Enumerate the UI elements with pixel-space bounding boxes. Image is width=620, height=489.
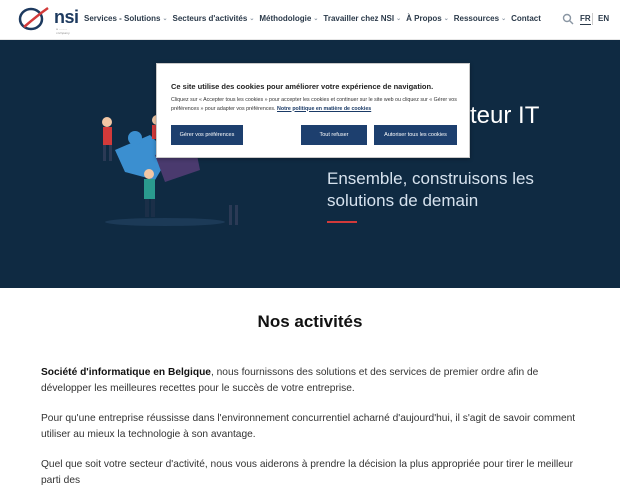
hero-title: teur IT [470, 102, 540, 129]
nav-item-contact[interactable]: Contact [511, 14, 541, 23]
manage-preferences-button[interactable]: Gérer vos préférences [171, 125, 243, 145]
chevron-down-icon: ⌄ [162, 16, 168, 22]
lang-fr-link[interactable]: FR [580, 14, 591, 25]
allow-all-cookies-button[interactable]: Autoriser tous les cookies [374, 125, 457, 145]
cookie-title: Ce site utilise des cookies pour amélior… [171, 82, 434, 91]
cookie-consent-dialog: Ce site utilise des cookies pour amélior… [156, 63, 470, 158]
nav-item-services[interactable]: Services - Solutions ⌄ [84, 14, 168, 23]
hero-subtitle: Ensemble, construisons les solutions de … [327, 169, 534, 210]
nav-item-methodologie[interactable]: Méthodologie ⌄ [259, 14, 318, 23]
section-title: Nos activités [257, 312, 363, 331]
nav-item-ressources[interactable]: Ressources ⌄ [454, 14, 506, 23]
nsi-logo[interactable]: nsi a ......... company [18, 5, 79, 35]
logo-mark-icon [18, 6, 49, 31]
nav-item-label: Travailler chez NSI [323, 14, 395, 23]
intro-bold: Société d'informatique en Belgique [41, 367, 211, 378]
hero-accent-line [327, 221, 357, 223]
nav-item-label: Ressources [453, 14, 500, 23]
logo-text: nsi [54, 7, 79, 27]
nav-item-label: À Propos [406, 14, 442, 23]
nav-item-label: Services - Solutions [84, 14, 161, 23]
lang-divider [592, 13, 593, 25]
competition-paragraph: Pour qu'une entreprise réussisse dans l'… [41, 413, 576, 440]
cookie-text: Cliquez sur « Accepter tous les cookies … [171, 96, 459, 113]
chevron-down-icon: ⌄ [249, 16, 255, 22]
nav-item-label: Secteurs d'activités [172, 14, 248, 23]
intro-paragraph: Société d'informatique en Belgique, nous… [41, 365, 581, 397]
cookie-policy-link[interactable]: Notre politique en matière de cookies [277, 106, 371, 112]
refuse-all-button[interactable]: Tout refuser [301, 125, 367, 145]
nav-item-secteurs[interactable]: Secteurs d'activités ⌄ [173, 14, 255, 23]
chevron-down-icon: ⌄ [443, 16, 449, 22]
chevron-down-icon: ⌄ [501, 16, 507, 22]
nav-item-label: Contact [511, 14, 541, 23]
logo-subtext: a ......... company [56, 27, 70, 35]
site-header: nsi a ......... company Services - Solut… [0, 0, 620, 40]
nav-item-label: Méthodologie [259, 14, 312, 23]
main-content: Nos activités Société d'informatique en … [0, 288, 620, 486]
lang-en-link[interactable]: EN [598, 14, 609, 23]
nav-item-travailler[interactable]: Travailler chez NSI ⌄ [323, 14, 401, 23]
chevron-down-icon: ⌄ [313, 16, 319, 22]
main-nav: Services - Solutions ⌄ Secteurs d'activit… [84, 14, 546, 23]
chevron-down-icon: ⌄ [396, 16, 402, 22]
sector-paragraph: Quel que soit votre secteur d'activité, … [41, 459, 573, 486]
nav-item-a-propos[interactable]: À Propos ⌄ [406, 14, 449, 23]
search-icon[interactable] [562, 13, 574, 25]
